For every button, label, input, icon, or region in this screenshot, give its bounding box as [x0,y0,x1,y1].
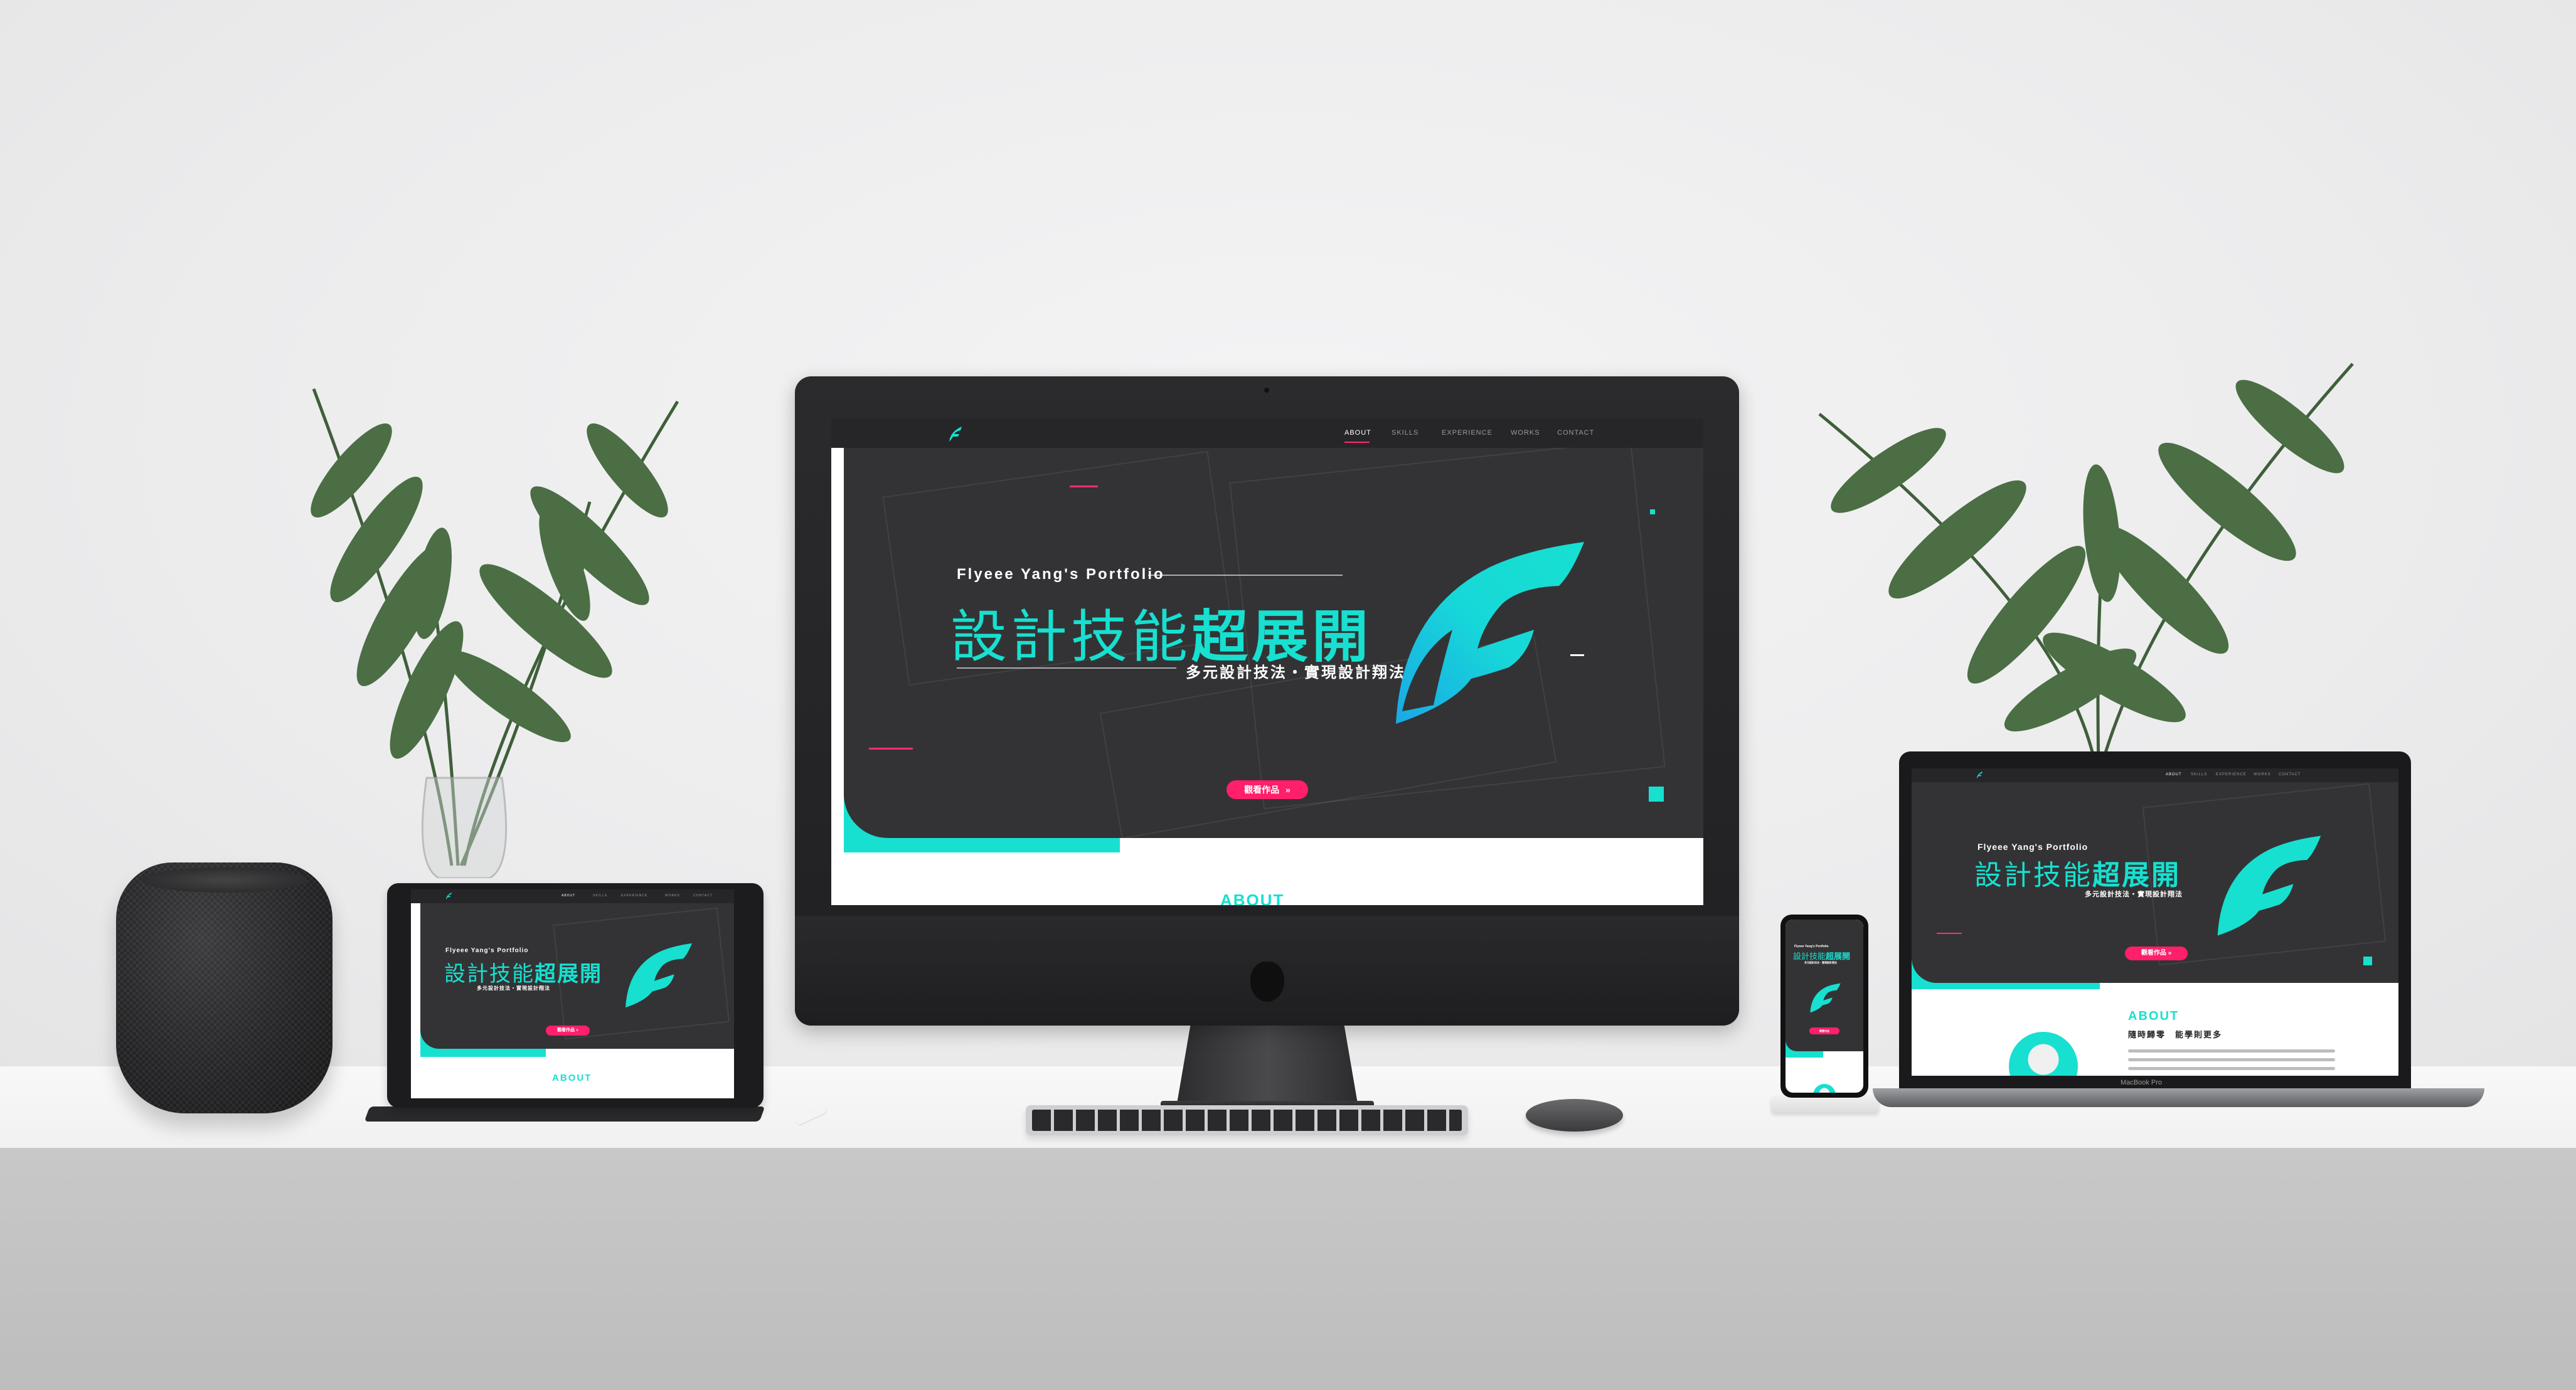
pink-dash-accent [869,748,913,750]
about-heading: ABOUT [1220,891,1285,905]
nav-about[interactable]: ABOUT [562,894,575,898]
nav-skills[interactable]: SKILLS [1392,429,1418,437]
nav-contact[interactable]: CONTACT [1557,429,1594,437]
pink-dash-accent [1070,485,1098,487]
homepod-top [141,867,307,893]
tagline-rule [957,667,1176,669]
ipad-keyboard [364,1106,765,1122]
nav-skills[interactable]: SKILLS [593,894,607,898]
nav-works[interactable]: WORKS [665,894,680,898]
hero-panel: Flyeee Yang's Portfolio 設計技能超展開 多元設計技法・實… [1786,920,1863,1051]
nav-about[interactable]: ABOUT [2166,773,2182,777]
ipad-screen: ABOUT SKILLS EXPERIENCE WORKS CONTACT Fl… [411,889,734,1098]
hero-tagline: 多元設計技法・實現設計翔法 [2085,891,2183,898]
hero-tagline: 多元設計技法・實現設計翔法 [1186,664,1406,681]
homepod-speaker [116,862,333,1113]
hero-section: Flyeee Yang's Portfolio 設計技能超展開 多元設計技法・實… [411,903,734,1057]
teal-square-accent [1650,509,1655,514]
about-subtitle: 隨時歸零 能學則更多 [2128,1030,2223,1039]
about-heading: ABOUT [552,1073,592,1083]
view-works-button[interactable]: 觀看作品 » [2125,947,2188,960]
nav-skills[interactable]: SKILLS [2191,773,2207,777]
macbook-label: MacBook Pro [2121,1079,2163,1086]
hero-tagline: 多元設計技法・實現設計翔法 [477,985,550,991]
chevron-double-down-icon: » [1285,785,1291,795]
subtitle-rule [1148,575,1343,576]
hero-title: 設計技能超展開 [1974,860,2181,891]
nav-works[interactable]: WORKS [2254,773,2271,777]
hero-subtitle: Flyeee Yang's Portfolio [1977,842,2089,852]
flyeee-logo-icon[interactable] [944,425,963,443]
hero-subtitle: Flyeee Yang's Portfolio [957,566,1165,583]
hero-title: 設計技能超展開 [1793,952,1851,961]
nav-experience[interactable]: EXPERIENCE [1442,429,1493,437]
iphone-screen: Flyeee Yang's Portfolio 設計技能超展開 多元設計技法・實… [1786,920,1863,1093]
nav-works[interactable]: WORKS [1511,429,1540,437]
nav-contact[interactable]: CONTACT [2279,773,2301,777]
hero-panel: Flyeee Yang's Portfolio 設計技能超展開 多元設計技法・實… [844,448,1703,838]
about-heading: ABOUT [2128,1009,2179,1023]
site-navbar: ABOUT SKILLS EXPERIENCE WORKS CONTACT [831,419,1703,448]
site-navbar: ABOUT SKILLS EXPERIENCE WORKS CONTACT [1912,768,2398,782]
flyeee-f-logo-icon [1396,542,1584,724]
hero-subtitle: Flyeee Yang's Portfolio [445,947,529,954]
imac-camera [1264,388,1269,393]
flyeee-logo-icon[interactable] [1974,771,1983,779]
nav-experience[interactable]: EXPERIENCE [621,894,647,898]
imac-stand [1176,1022,1358,1107]
hero-section: Flyeee Yang's Portfolio 設計技能超展開 多元設計技法・實… [1912,782,2398,989]
fern-plant-right [1813,351,2378,766]
nav-about[interactable]: ABOUT [1344,429,1371,437]
macbook-base [1873,1088,2484,1107]
magic-keyboard [1026,1105,1468,1135]
view-works-button[interactable]: 觀看作品 [1809,1027,1839,1034]
about-paragraph-line [2128,1058,2335,1061]
about-paragraph-line [2128,1049,2335,1053]
hero-title: 設計技能超展開 [444,962,602,986]
hero-panel: Flyeee Yang's Portfolio 設計技能超展開 多元設計技法・實… [1912,782,2398,983]
nav-experience[interactable]: EXPERIENCE [2216,773,2247,777]
imac-screen: ABOUT SKILLS EXPERIENCE WORKS CONTACT Fl… [831,419,1703,905]
teal-square-accent [1649,787,1664,802]
desk-front [0,1148,2576,1390]
profile-avatar [1813,1084,1836,1093]
about-paragraph-line [2128,1067,2335,1070]
hero-panel: Flyeee Yang's Portfolio 設計技能超展開 多元設計技法・實… [420,903,734,1049]
macbook-screen: ABOUT SKILLS EXPERIENCE WORKS CONTACT Fl… [1912,768,2398,1076]
hero-section: Flyeee Yang's Portfolio 設計技能超展開 多元設計技法・實… [1786,920,1863,1058]
profile-avatar [2009,1032,2078,1076]
flyeee-logo-icon[interactable] [444,892,452,900]
site-navbar: ABOUT SKILLS EXPERIENCE WORKS CONTACT [411,889,734,903]
hero-section: Flyeee Yang's Portfolio 設計技能超展開 多元設計技法・實… [831,448,1703,852]
apple-logo-icon [1250,962,1284,1002]
magic-mouse [1526,1099,1623,1132]
pink-dash-accent [1937,933,1962,934]
chevron-double-down-icon: » [576,1028,578,1032]
hero-subtitle: Flyeee Yang's Portfolio [1794,945,1829,948]
flyeee-f-logo-icon [1810,983,1841,1013]
view-works-button[interactable]: 觀看作品 » [546,1026,590,1036]
hero-tagline: 多元設計技法・實現設計翔法 [1804,961,1837,964]
flyeee-f-logo-icon [2217,836,2321,936]
nav-contact[interactable]: CONTACT [693,894,713,898]
flyeee-f-logo-icon [625,943,692,1008]
fern-plant-left [238,376,740,879]
teal-square-accent [2363,957,2372,965]
iphone-dock [1771,1095,1879,1113]
view-works-button[interactable]: 觀看作品 » [1227,780,1308,799]
chevron-double-down-icon: » [2168,950,2172,957]
nav-active-underline [1344,442,1370,443]
